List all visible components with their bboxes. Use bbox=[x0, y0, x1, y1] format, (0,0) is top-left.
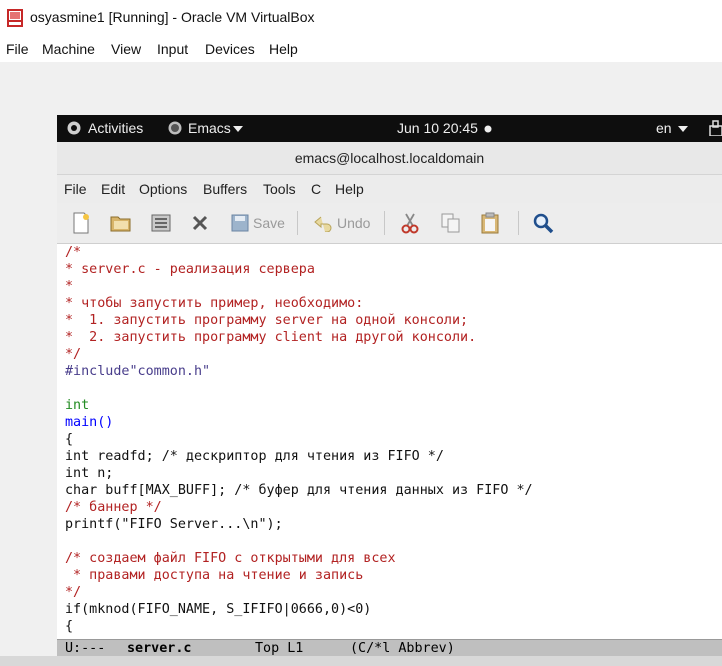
undo-icon bbox=[314, 216, 332, 232]
search-icon[interactable] bbox=[532, 212, 554, 234]
code-line: /* bbox=[65, 245, 82, 260]
system-menu-icon[interactable] bbox=[709, 120, 722, 136]
code-line: * чтобы запустить пример, необходимо: bbox=[65, 296, 364, 311]
emacs-toolbar: Save Undo bbox=[57, 203, 722, 244]
menu-machine[interactable]: Machine bbox=[42, 41, 95, 57]
emacs-menu-edit[interactable]: Edit bbox=[101, 181, 125, 197]
toolbar-separator bbox=[384, 211, 385, 235]
virtualbox-title-bar: osyasmine1 [Running] - Oracle VM Virtual… bbox=[0, 0, 722, 38]
code-line: int bbox=[65, 398, 90, 413]
code-buffer[interactable]: /* * server.c - реализация сервера * * ч… bbox=[57, 244, 722, 639]
code-line: /* баннер */ bbox=[65, 500, 162, 515]
code-line: * bbox=[65, 279, 74, 294]
code-line: /* создаем файл FIFO с открытыми для все… bbox=[65, 551, 396, 566]
code-line: printf("FIFO Server...\n"); bbox=[65, 517, 283, 532]
code-line: #include"common.h" bbox=[65, 364, 211, 379]
code-line: main() bbox=[65, 415, 114, 430]
code-line: * 1. запустить программу server на одной… bbox=[65, 313, 469, 328]
window-title: osyasmine1 [Running] - Oracle VM Virtual… bbox=[30, 9, 315, 25]
save-icon bbox=[231, 214, 249, 232]
code-line: * 2. запустить программу client на друго… bbox=[65, 330, 477, 345]
copy-icon[interactable] bbox=[440, 212, 462, 234]
new-file-icon[interactable] bbox=[71, 212, 91, 234]
emacs-menu-buffers[interactable]: Buffers bbox=[203, 181, 247, 197]
chevron-down-icon bbox=[233, 126, 243, 132]
code-line: */ bbox=[65, 585, 82, 600]
menu-help[interactable]: Help bbox=[269, 41, 298, 57]
fedora-logo-icon bbox=[67, 121, 81, 135]
emacs-app-icon bbox=[168, 121, 182, 135]
paste-icon[interactable] bbox=[480, 212, 500, 234]
save-button[interactable]: Save bbox=[230, 212, 285, 234]
modeline-modes[interactable]: (C/*l Abbrev) bbox=[350, 640, 455, 656]
code-line: char buff[MAX_BUFF]; /* буфер для чтения… bbox=[65, 483, 533, 498]
gnome-top-bar: Activities Emacs Jun 10 20:45 en bbox=[57, 115, 722, 142]
code-line: */ bbox=[65, 347, 82, 362]
guest-screen[interactable]: Activities Emacs Jun 10 20:45 en emacs@l… bbox=[57, 115, 722, 656]
virtualbox-app-icon bbox=[7, 9, 23, 27]
emacs-window: emacs@localhost.localdomain File Edit Op… bbox=[57, 142, 722, 656]
notification-dot-icon bbox=[484, 125, 492, 133]
emacs-menu-tools[interactable]: Tools bbox=[263, 181, 296, 197]
undo-label: Undo bbox=[337, 215, 371, 231]
cut-icon[interactable] bbox=[400, 212, 420, 234]
emacs-title-bar: emacs@localhost.localdomain bbox=[57, 142, 722, 175]
emacs-menu-c[interactable]: C bbox=[311, 181, 321, 197]
toolbar-separator bbox=[518, 211, 519, 235]
chevron-down-icon bbox=[678, 126, 688, 132]
app-menu-emacs[interactable]: Emacs bbox=[188, 120, 231, 136]
clock[interactable]: Jun 10 20:45 bbox=[397, 120, 478, 136]
menu-input[interactable]: Input bbox=[157, 41, 188, 57]
mode-line: U:--- server.c Top L1 (C/*l Abbrev) bbox=[57, 639, 722, 656]
menu-view[interactable]: View bbox=[111, 41, 141, 57]
code-line: if(mknod(FIFO_NAME, S_IFIFO|0666,0)<0) bbox=[65, 602, 372, 617]
modeline-status: U:--- bbox=[65, 641, 106, 656]
vm-status-strip bbox=[0, 656, 722, 666]
modeline-buffer-name[interactable]: server.c bbox=[127, 640, 192, 656]
dired-icon[interactable] bbox=[150, 212, 172, 234]
menu-file[interactable]: File bbox=[6, 41, 29, 57]
emacs-menubar: File Edit Options Buffers Tools C Help bbox=[57, 175, 722, 203]
code-line: { bbox=[65, 619, 74, 634]
code-line: { bbox=[65, 432, 74, 447]
code-line: int readfd; /* дескриптор для чтения из … bbox=[65, 449, 444, 464]
undo-button[interactable]: Undo bbox=[313, 212, 370, 234]
code-line: int n; bbox=[65, 466, 114, 481]
toolbar-separator bbox=[297, 211, 298, 235]
emacs-menu-options[interactable]: Options bbox=[139, 181, 187, 197]
open-folder-icon[interactable] bbox=[110, 212, 132, 234]
emacs-menu-help[interactable]: Help bbox=[335, 181, 364, 197]
code-line: * server.c - реализация сервера bbox=[65, 262, 315, 277]
emacs-menu-file[interactable]: File bbox=[64, 181, 87, 197]
code-line: * правами доступа на чтение и запись bbox=[65, 568, 364, 583]
virtualbox-menubar: File Machine View Input Devices Help bbox=[0, 38, 722, 62]
save-label: Save bbox=[253, 215, 285, 231]
language-indicator[interactable]: en bbox=[656, 120, 672, 136]
close-icon[interactable] bbox=[190, 212, 210, 234]
menu-devices[interactable]: Devices bbox=[205, 41, 255, 57]
modeline-position: Top L1 bbox=[255, 641, 304, 656]
activities-button[interactable]: Activities bbox=[88, 120, 143, 136]
emacs-title: emacs@localhost.localdomain bbox=[294, 150, 485, 166]
